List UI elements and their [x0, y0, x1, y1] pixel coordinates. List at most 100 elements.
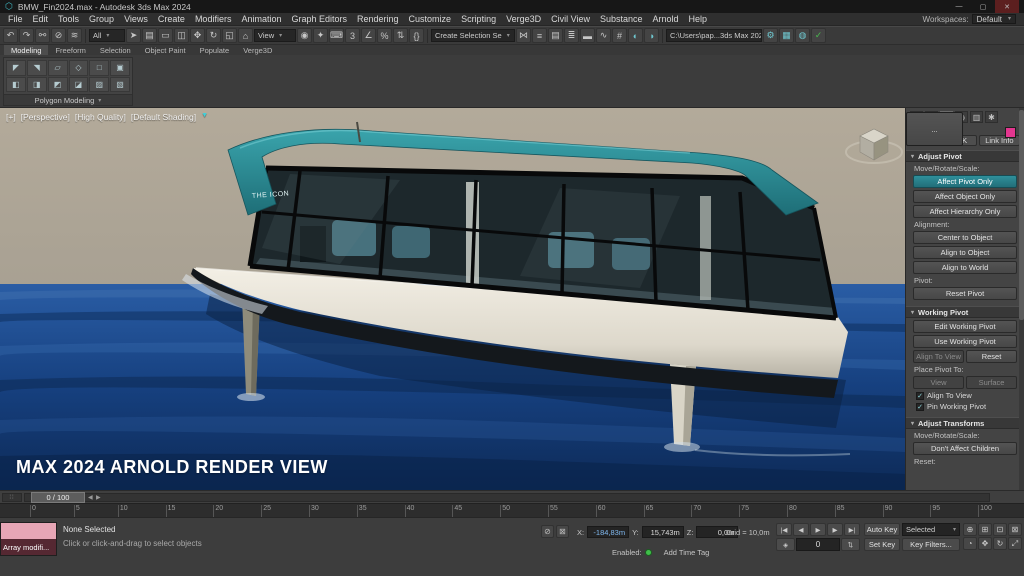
set-key-button[interactable]: Set Key	[864, 538, 900, 551]
previous-frame-arrow[interactable]: ◀	[88, 494, 93, 501]
ruler-tick[interactable]: 30	[309, 505, 319, 517]
menu-item[interactable]: Tools	[53, 14, 84, 24]
affect-hierarchy-only-button[interactable]: Affect Hierarchy Only	[913, 205, 1017, 218]
spinner-snap-toggle-icon[interactable]: ⇅	[393, 28, 408, 43]
ribbon-tool-icon[interactable]: ◇	[69, 60, 89, 76]
x-coordinate-field[interactable]: -184,83m	[587, 526, 629, 538]
menu-item[interactable]: Views	[119, 14, 153, 24]
align-to-view-checkbox[interactable]: ✓	[916, 392, 924, 400]
selection-lock-toggle-icon[interactable]: ⊠	[556, 525, 569, 538]
ribbon-tool-icon[interactable]: ◤	[6, 60, 26, 76]
reset-pivot-button[interactable]: Reset Pivot	[913, 287, 1017, 300]
maxscript-mini-listener[interactable]: Array modifi...	[0, 522, 57, 556]
add-time-tag[interactable]: Add Time Tag	[664, 548, 710, 557]
redo-icon[interactable]: ↷	[19, 28, 34, 43]
menu-item[interactable]: Arnold	[647, 14, 683, 24]
create-selection-set-field[interactable]: Create Selection Se ▾	[431, 29, 515, 42]
time-slider-handle[interactable]: 0 / 100	[31, 492, 85, 503]
ribbon-tab[interactable]: Modeling	[4, 45, 48, 55]
align-to-object-button[interactable]: Align to Object	[913, 246, 1017, 259]
menu-item[interactable]: File	[3, 14, 28, 24]
select-and-place-icon[interactable]: ⌂	[238, 28, 253, 43]
menu-item[interactable]: Civil View	[546, 14, 595, 24]
edit-working-pivot-button[interactable]: Edit Working Pivot	[913, 320, 1017, 333]
workspaces-dropdown[interactable]: Default ▾	[972, 14, 1016, 24]
align-to-view-button[interactable]: Align To View	[913, 350, 964, 363]
ruler-tick[interactable]: 55	[548, 505, 558, 517]
ribbon-tool-icon[interactable]: ◧	[6, 77, 26, 93]
minimize-button[interactable]: —	[947, 0, 971, 13]
edit-named-selection-sets-icon[interactable]: {}	[409, 28, 424, 43]
rollout-header[interactable]: ▾ Adjust Pivot	[906, 150, 1024, 162]
curve-editor-icon[interactable]: ∿	[596, 28, 611, 43]
undo-icon[interactable]: ↶	[3, 28, 18, 43]
ruler-tick[interactable]: 35	[357, 505, 367, 517]
display-tab[interactable]: ▥	[970, 111, 983, 123]
pan-icon[interactable]: ✥	[978, 537, 992, 550]
rendered-frame-window-icon[interactable]: ▦	[779, 28, 794, 43]
affect-object-only-button[interactable]: Affect Object Only	[913, 190, 1017, 203]
render-production-icon[interactable]: ◍	[795, 28, 810, 43]
project-folder-field[interactable]: C:\Users\pap...3ds Max 2024 ▾	[666, 29, 762, 42]
per-view-filter-icon[interactable]: ▼	[201, 112, 208, 122]
orbit-icon[interactable]: ↻	[993, 537, 1007, 550]
zoom-extents-icon[interactable]: ⊡	[993, 523, 1007, 536]
pin-working-pivot-checkbox[interactable]: ✓	[916, 403, 924, 411]
ribbon-tool-icon[interactable]: ▨	[89, 77, 109, 93]
menu-item[interactable]: Help	[684, 14, 713, 24]
rollout-header[interactable]: ▾ Working Pivot	[906, 306, 1024, 318]
next-frame-button[interactable]: ▶	[827, 523, 843, 536]
menu-item[interactable]: Animation	[236, 14, 286, 24]
ruler-tick[interactable]: 85	[835, 505, 845, 517]
command-panel-scrollbar[interactable]	[1019, 108, 1024, 490]
ruler-tick[interactable]: 90	[883, 505, 893, 517]
ribbon-tool-icon[interactable]: ◩	[48, 77, 68, 93]
time-slider[interactable]: ⁞⁞ 0 / 100 ◀ ▶	[0, 490, 1024, 503]
time-slider-track[interactable]	[24, 493, 990, 502]
schematic-view-icon[interactable]: #	[612, 28, 627, 43]
track-bar[interactable]: 0510152025303540455055606570758085909510…	[0, 503, 1024, 518]
reference-coordinate-dropdown[interactable]: View ▾	[254, 29, 296, 42]
toggle-layer-explorer-icon[interactable]: ≣	[564, 28, 579, 43]
place-pivot-surface-button[interactable]: Surface	[966, 376, 1017, 389]
unlink-selection-icon[interactable]: ⊘	[51, 28, 66, 43]
ruler-tick[interactable]: 65	[644, 505, 654, 517]
rollout-header[interactable]: ▾ Adjust Transforms	[906, 417, 1024, 429]
mirror-icon[interactable]: ⋈	[516, 28, 531, 43]
menu-item[interactable]: Create	[153, 14, 190, 24]
y-coordinate-field[interactable]: 15,743m	[642, 526, 684, 538]
time-slider-grip[interactable]: ⁞⁞	[2, 493, 22, 502]
viewport[interactable]: THE ICON [+] [Perspective] [High Quality…	[0, 108, 905, 490]
scrollbar-thumb[interactable]	[1019, 110, 1024, 320]
menu-item[interactable]: Customize	[404, 14, 457, 24]
ribbon-tab[interactable]: Verge3D	[236, 45, 279, 55]
go-to-start-button[interactable]: |◀	[776, 523, 792, 536]
ruler-tick[interactable]: 15	[166, 505, 176, 517]
ruler-tick[interactable]: 20	[213, 505, 223, 517]
key-filters-button[interactable]: Key Filters...	[902, 538, 960, 551]
ribbon-tab[interactable]: Object Paint	[138, 45, 193, 55]
dont-affect-children-button[interactable]: Don't Affect Children	[913, 442, 1017, 455]
field-of-view-icon[interactable]: ◔	[963, 537, 977, 550]
menu-item[interactable]: Scripting	[456, 14, 501, 24]
viewport-menu-pov[interactable]: [Perspective]	[21, 112, 70, 122]
selection-set-dropdown[interactable]: Selected ▾	[902, 523, 960, 536]
keyboard-shortcut-override-icon[interactable]: ⌨	[329, 28, 344, 43]
ruler-tick[interactable]: 25	[261, 505, 271, 517]
use-working-pivot-button[interactable]: Use Working Pivot	[913, 335, 1017, 348]
macro-recorder-line[interactable]	[1, 523, 56, 539]
ribbon-tab[interactable]: Selection	[93, 45, 138, 55]
zoom-extents-all-icon[interactable]: ⊠	[1008, 523, 1022, 536]
ribbon-tool-icon[interactable]: ◨	[27, 77, 47, 93]
menu-item[interactable]: Substance	[595, 14, 648, 24]
ruler-tick[interactable]: 95	[930, 505, 940, 517]
viewport-menu-shading[interactable]: [Default Shading]	[131, 112, 196, 122]
slate-material-editor-icon[interactable]: ◑	[644, 28, 659, 43]
ribbon-panel-label[interactable]: Polygon Modeling ▾	[4, 94, 132, 105]
viewport-menu-general[interactable]: [+]	[6, 112, 16, 122]
ruler-tick[interactable]: 100	[978, 505, 992, 517]
menu-item[interactable]: Group	[84, 14, 119, 24]
ribbon-tool-icon[interactable]: ◪	[69, 77, 89, 93]
center-to-object-button[interactable]: Center to Object	[913, 231, 1017, 244]
reset-button[interactable]: Reset	[966, 350, 1017, 363]
